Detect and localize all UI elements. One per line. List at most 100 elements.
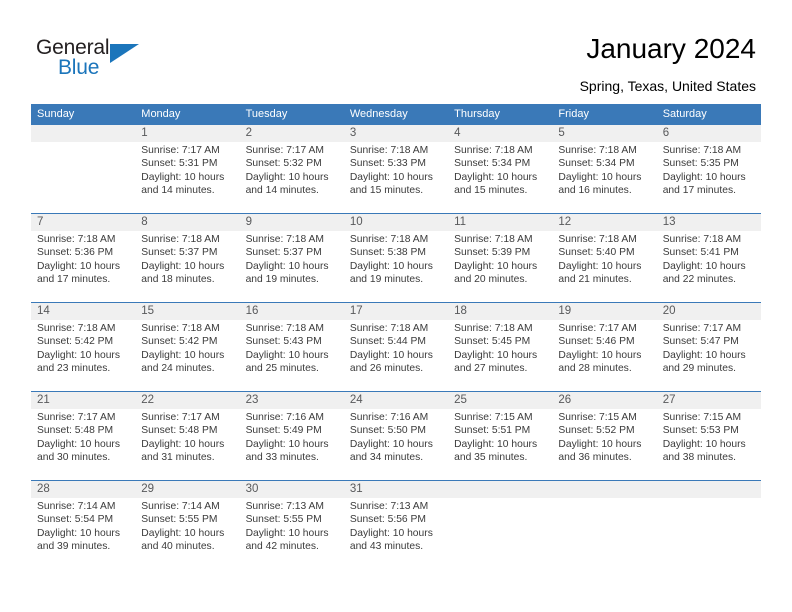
calendar-day-cell[interactable]: 25 Sunrise: 7:15 AM Sunset: 5:51 PM Dayligh… bbox=[448, 392, 553, 480]
day-number: 27 bbox=[662, 394, 676, 406]
calendar-day-cell[interactable]: 17 Sunrise: 7:18 AM Sunset: 5:44 PM Dayligh… bbox=[343, 303, 449, 391]
daylight-text-line1: Daylight: 10 hours bbox=[662, 349, 746, 361]
weekday-header-row: Sunday Monday Tuesday Wednesday Thursday… bbox=[31, 104, 761, 125]
day-sun-details: Sunrise: 7:18 AM Sunset: 5:38 PM Daylight:… bbox=[350, 231, 444, 287]
sunset-text: Sunset: 5:42 PM bbox=[141, 336, 218, 348]
day-sun-details: Sunrise: 7:15 AM Sunset: 5:53 PM Daylight:… bbox=[663, 409, 757, 465]
sunset-text: Sunset: 5:47 PM bbox=[662, 336, 739, 348]
daylight-text-line2: and 40 minutes. bbox=[141, 541, 215, 553]
daylight-text-line2: and 19 minutes. bbox=[245, 274, 319, 286]
calendar-day-cell[interactable]: 14 Sunrise: 7:18 AM Sunset: 5:42 PM Dayligh… bbox=[31, 303, 136, 391]
sunrise-text: Sunrise: 7:16 AM bbox=[245, 412, 324, 423]
calendar-day-cell[interactable]: 10 Sunrise: 7:18 AM Sunset: 5:38 PM Dayligh… bbox=[343, 214, 449, 302]
calendar-day-cell[interactable]: 7 Sunrise: 7:18 AM Sunset: 5:36 PM Daylight… bbox=[31, 214, 136, 302]
day-cell-content: 7 Sunrise: 7:18 AM Sunset: 5:36 PM Daylight… bbox=[37, 214, 131, 287]
day-number: 30 bbox=[245, 483, 259, 495]
daylight-text-line1: Daylight: 10 hours bbox=[558, 171, 642, 183]
daylight-text-line1: Daylight: 10 hours bbox=[349, 349, 433, 361]
day-cell-content: 8 Sunrise: 7:18 AM Sunset: 5:37 PM Daylight… bbox=[141, 214, 235, 287]
calendar-day-cell[interactable]: 30 Sunrise: 7:13 AM Sunset: 5:55 PM Dayligh… bbox=[239, 481, 344, 569]
calendar-day-cell[interactable]: 1 Sunrise: 7:17 AM Sunset: 5:31 PM Daylight… bbox=[135, 125, 240, 213]
daylight-text-line2: and 30 minutes. bbox=[37, 452, 111, 464]
calendar-day-cell[interactable]: 27 Sunrise: 7:15 AM Sunset: 5:53 PM Dayligh… bbox=[656, 392, 761, 480]
calendar-day-cell[interactable]: 28 Sunrise: 7:14 AM Sunset: 5:54 PM Dayligh… bbox=[31, 481, 136, 569]
daylight-text-line1: Daylight: 10 hours bbox=[662, 438, 746, 450]
daylight-text-line2: and 34 minutes. bbox=[349, 452, 424, 464]
daylight-text-line2: and 35 minutes. bbox=[454, 452, 528, 464]
day-number: 9 bbox=[245, 216, 252, 228]
day-number: 17 bbox=[349, 305, 363, 317]
calendar-day-cell[interactable]: 22 Sunrise: 7:17 AM Sunset: 5:48 PM Dayligh… bbox=[135, 392, 240, 480]
calendar-day-cell[interactable]: 18 Sunrise: 7:18 AM Sunset: 5:45 PM Dayligh… bbox=[448, 303, 553, 391]
sunrise-text: Sunrise: 7:18 AM bbox=[37, 323, 116, 334]
calendar-day-cell-empty bbox=[448, 481, 553, 569]
calendar-day-cell[interactable]: 24 Sunrise: 7:16 AM Sunset: 5:50 PM Dayligh… bbox=[343, 392, 449, 480]
page-header: General Blue January 2024 Spring, Texas,… bbox=[0, 0, 792, 104]
calendar-day-cell[interactable]: 6 Sunrise: 7:18 AM Sunset: 5:35 PM Daylight… bbox=[656, 125, 761, 213]
day-cell-content: 17 Sunrise: 7:18 AM Sunset: 5:44 PM Dayligh… bbox=[350, 303, 444, 376]
calendar-day-cell[interactable]: 5 Sunrise: 7:18 AM Sunset: 5:34 PM Daylight… bbox=[552, 125, 657, 213]
calendar-day-cell[interactable]: 20 Sunrise: 7:17 AM Sunset: 5:47 PM Dayligh… bbox=[656, 303, 761, 391]
daylight-text-line2: and 36 minutes. bbox=[558, 452, 632, 464]
calendar-day-cell[interactable]: 3 Sunrise: 7:18 AM Sunset: 5:33 PM Daylight… bbox=[343, 125, 449, 213]
calendar-week-cells: 1 Sunrise: 7:17 AM Sunset: 5:31 PM Daylight… bbox=[31, 125, 761, 213]
sunrise-text: Sunrise: 7:18 AM bbox=[245, 234, 324, 245]
sunset-text: Sunset: 5:51 PM bbox=[454, 425, 531, 437]
sunrise-text: Sunrise: 7:18 AM bbox=[558, 234, 637, 245]
day-number: 19 bbox=[558, 305, 572, 317]
daylight-text-line2: and 26 minutes. bbox=[349, 363, 424, 375]
daylight-text-line2: and 24 minutes. bbox=[141, 363, 215, 375]
calendar-day-cell[interactable]: 31 Sunrise: 7:13 AM Sunset: 5:56 PM Dayligh… bbox=[343, 481, 449, 569]
calendar-day-cell[interactable]: 8 Sunrise: 7:18 AM Sunset: 5:37 PM Daylight… bbox=[135, 214, 240, 302]
day-number: 7 bbox=[37, 216, 44, 228]
calendar-day-cell[interactable]: 21 Sunrise: 7:17 AM Sunset: 5:48 PM Dayligh… bbox=[31, 392, 136, 480]
day-sun-details: Sunrise: 7:18 AM Sunset: 5:45 PM Daylight:… bbox=[454, 320, 548, 376]
calendar-day-cell[interactable]: 13 Sunrise: 7:18 AM Sunset: 5:41 PM Dayligh… bbox=[656, 214, 761, 302]
daylight-text-line2: and 43 minutes. bbox=[349, 541, 424, 553]
day-number: 10 bbox=[349, 216, 363, 228]
day-number: 26 bbox=[558, 394, 572, 406]
day-sun-details: Sunrise: 7:14 AM Sunset: 5:55 PM Daylight:… bbox=[141, 498, 235, 554]
daylight-text-line1: Daylight: 10 hours bbox=[454, 260, 538, 272]
weekday-header-saturday: Saturday bbox=[662, 108, 707, 120]
daylight-text-line2: and 14 minutes. bbox=[141, 185, 215, 197]
sunset-text: Sunset: 5:52 PM bbox=[558, 425, 635, 437]
calendar-day-cell[interactable]: 16 Sunrise: 7:18 AM Sunset: 5:43 PM Dayligh… bbox=[239, 303, 344, 391]
calendar-day-cell[interactable]: 9 Sunrise: 7:18 AM Sunset: 5:37 PM Daylight… bbox=[239, 214, 344, 302]
day-sun-details: Sunrise: 7:16 AM Sunset: 5:49 PM Daylight:… bbox=[246, 409, 340, 465]
sunset-text: Sunset: 5:42 PM bbox=[37, 336, 114, 348]
calendar-week-row: 21 Sunrise: 7:17 AM Sunset: 5:48 PM Dayligh… bbox=[31, 391, 761, 480]
daylight-text-line2: and 31 minutes. bbox=[141, 452, 215, 464]
calendar-day-cell[interactable]: 23 Sunrise: 7:16 AM Sunset: 5:49 PM Dayligh… bbox=[239, 392, 344, 480]
calendar-day-cell[interactable]: 2 Sunrise: 7:17 AM Sunset: 5:32 PM Daylight… bbox=[239, 125, 344, 213]
day-cell-content: 15 Sunrise: 7:18 AM Sunset: 5:42 PM Dayligh… bbox=[141, 303, 235, 376]
calendar-day-cell[interactable]: 4 Sunrise: 7:18 AM Sunset: 5:34 PM Daylight… bbox=[448, 125, 553, 213]
weekday-header-friday: Friday bbox=[558, 108, 589, 120]
calendar-day-cell[interactable]: 29 Sunrise: 7:14 AM Sunset: 5:55 PM Dayligh… bbox=[135, 481, 240, 569]
day-sun-details: Sunrise: 7:18 AM Sunset: 5:44 PM Daylight:… bbox=[350, 320, 444, 376]
calendar-page: General Blue January 2024 Spring, Texas,… bbox=[0, 0, 792, 612]
brand-logo[interactable]: General Blue bbox=[36, 36, 156, 82]
daylight-text-line1: Daylight: 10 hours bbox=[37, 349, 120, 361]
day-sun-details: Sunrise: 7:18 AM Sunset: 5:41 PM Daylight:… bbox=[663, 231, 757, 287]
calendar-day-cell[interactable]: 19 Sunrise: 7:17 AM Sunset: 5:46 PM Dayligh… bbox=[552, 303, 657, 391]
day-cell-content bbox=[558, 481, 652, 500]
day-sun-details: Sunrise: 7:15 AM Sunset: 5:52 PM Daylight:… bbox=[558, 409, 652, 465]
sunset-text: Sunset: 5:55 PM bbox=[245, 514, 322, 526]
day-sun-details: Sunrise: 7:13 AM Sunset: 5:56 PM Daylight:… bbox=[350, 498, 444, 554]
calendar-day-cell[interactable]: 26 Sunrise: 7:15 AM Sunset: 5:52 PM Dayligh… bbox=[552, 392, 657, 480]
daylight-text-line1: Daylight: 10 hours bbox=[349, 260, 433, 272]
calendar-day-cell[interactable]: 15 Sunrise: 7:18 AM Sunset: 5:42 PM Dayligh… bbox=[135, 303, 240, 391]
day-number: 16 bbox=[245, 305, 259, 317]
day-sun-details: Sunrise: 7:18 AM Sunset: 5:33 PM Daylight:… bbox=[350, 142, 444, 198]
daylight-text-line2: and 29 minutes. bbox=[662, 363, 736, 375]
day-cell-content bbox=[37, 125, 131, 144]
daylight-text-line1: Daylight: 10 hours bbox=[454, 349, 538, 361]
daylight-text-line1: Daylight: 10 hours bbox=[141, 438, 225, 450]
day-number: 12 bbox=[558, 216, 572, 228]
daylight-text-line2: and 17 minutes. bbox=[662, 185, 736, 197]
day-number: 1 bbox=[141, 127, 148, 139]
calendar-week-row: 28 Sunrise: 7:14 AM Sunset: 5:54 PM Dayligh… bbox=[31, 480, 761, 569]
calendar-day-cell[interactable]: 12 Sunrise: 7:18 AM Sunset: 5:40 PM Dayligh… bbox=[552, 214, 657, 302]
calendar-day-cell[interactable]: 11 Sunrise: 7:18 AM Sunset: 5:39 PM Dayligh… bbox=[448, 214, 553, 302]
